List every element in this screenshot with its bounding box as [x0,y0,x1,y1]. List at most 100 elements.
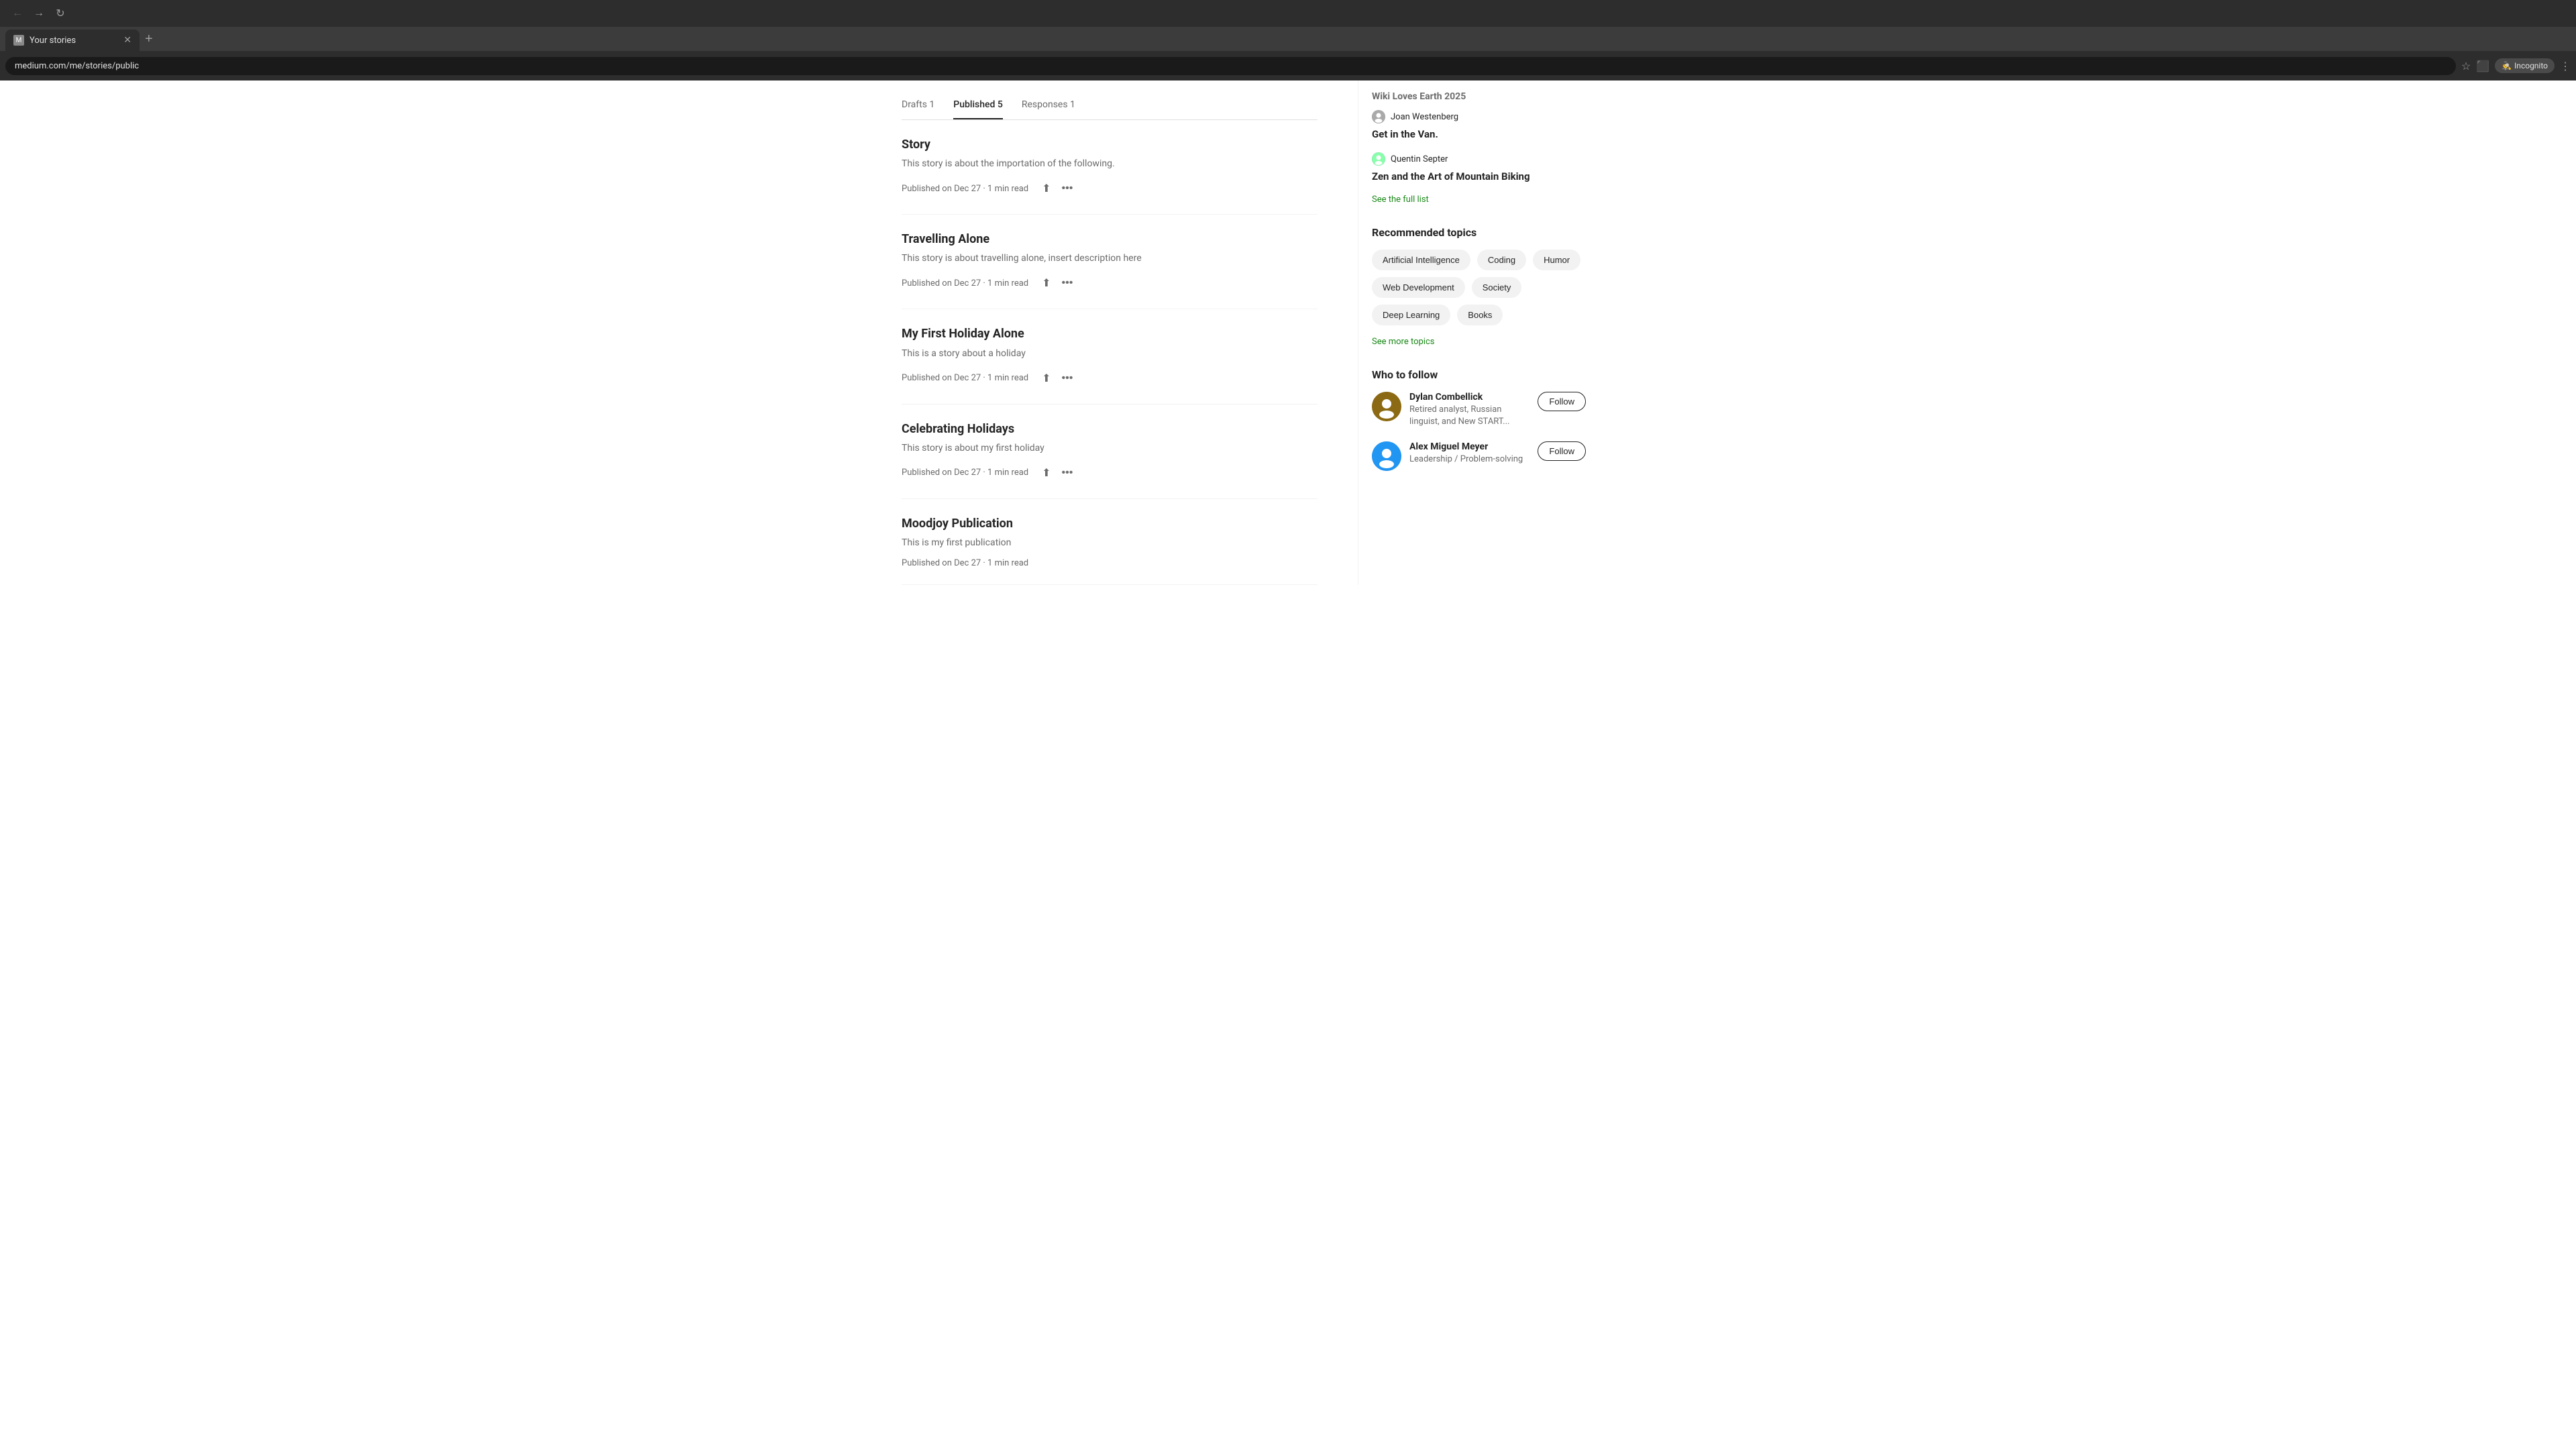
story-date: Published on Dec 27 · 1 min read [902,278,1028,288]
tab-published[interactable]: Published 5 [953,91,1003,119]
follow-avatar [1372,392,1401,421]
share-button[interactable]: ⬆ [1039,464,1053,482]
share-button[interactable]: ⬆ [1039,274,1053,292]
tab-close-button[interactable]: ✕ [123,35,131,46]
story-title: Story [902,136,1318,153]
story-description: This story is about the importation of t… [902,157,1318,171]
share-button[interactable]: ⬆ [1039,369,1053,388]
story-item: Travelling Alone This story is about tra… [902,215,1318,309]
story-actions: ⬆ ••• [1039,369,1075,388]
tab-title: Your stories [30,36,76,46]
follow-item: Alex Miguel Meyer Leadership / Problem-s… [1372,441,1586,471]
bookmark-icon[interactable]: ☆ [2461,60,2471,72]
topic-pill-coding[interactable]: Coding [1477,250,1526,270]
who-to-follow-heading: Who to follow [1372,368,1586,381]
more-button[interactable]: ••• [1059,274,1076,292]
follow-item: Dylan Combellick Retired analyst, Russia… [1372,392,1586,428]
story-title: Travelling Alone [902,231,1318,248]
back-button[interactable]: ← [8,4,27,23]
tab-favicon: M [13,35,24,46]
story-tabs: Drafts 1 Published 5 Responses 1 [902,80,1318,120]
see-more-topics-link[interactable]: See more topics [1372,337,1434,347]
story-description: This story is about my first holiday [902,441,1318,455]
article-author-row: Quentin Septer [1372,152,1586,166]
author-name: Quentin Septer [1391,154,1448,164]
story-meta: Published on Dec 27 · 1 min read ⬆ ••• [902,274,1318,292]
follow-bio: Leadership / Problem-solving [1409,453,1529,466]
story-meta: Published on Dec 27 · 1 min read ⬆ ••• [902,369,1318,388]
story-item: Story This story is about the importatio… [902,120,1318,215]
wiki-article-title: Wiki Loves Earth 2025 [1372,91,1586,102]
story-item: Moodjoy Publication This is my first pub… [902,499,1318,585]
incognito-label: Incognito [2514,61,2548,70]
article-author-row: Joan Westenberg [1372,110,1586,123]
sidebar-wiki-section: Wiki Loves Earth 2025 Joan Westenberg Ge… [1372,91,1586,205]
story-description: This is my first publication [902,536,1318,550]
sidebar-featured-article: Joan Westenberg Get in the Van. [1372,110,1586,142]
follow-bio: Retired analyst, Russian linguist, and N… [1409,404,1529,428]
menu-icon[interactable]: ⋮ [2560,60,2571,72]
browser-actions: ☆ ⬛ 🕵 Incognito ⋮ [2461,58,2571,73]
more-button[interactable]: ••• [1059,370,1076,387]
story-date: Published on Dec 27 · 1 min read [902,373,1028,383]
story-title: Moodjoy Publication [902,515,1318,532]
author-avatar [1372,110,1385,123]
see-full-list-link[interactable]: See the full list [1372,195,1586,205]
page-wrapper: Drafts 1 Published 5 Responses 1 Story T… [885,80,1690,585]
story-date: Published on Dec 27 · 1 min read [902,558,1028,568]
topic-pill-webdev[interactable]: Web Development [1372,277,1465,298]
story-meta: Published on Dec 27 · 1 min read [902,558,1318,568]
story-title: Celebrating Holidays [902,421,1318,437]
sidebar-follow-section: Who to follow [1372,368,1586,471]
topic-pill-deeplearning[interactable]: Deep Learning [1372,305,1450,325]
story-actions: ⬆ ••• [1039,274,1075,292]
follow-info: Alex Miguel Meyer Leadership / Problem-s… [1409,441,1529,466]
story-date: Published on Dec 27 · 1 min read [902,184,1028,194]
story-description: This story is about travelling alone, in… [902,252,1318,266]
incognito-badge: 🕵 Incognito [2495,58,2555,73]
story-description: This is a story about a holiday [902,347,1318,361]
follow-list: Dylan Combellick Retired analyst, Russia… [1372,392,1586,471]
active-tab[interactable]: M Your stories ✕ [5,30,140,51]
story-title: My First Holiday Alone [902,325,1318,342]
tab-bar: M Your stories ✕ + [0,27,2576,51]
address-bar[interactable]: medium.com/me/stories/public [5,57,2456,75]
incognito-icon: 🕵 [2502,61,2512,70]
nav-buttons: ← → ↻ [8,4,70,23]
split-screen-icon[interactable]: ⬛ [2476,60,2489,72]
story-meta: Published on Dec 27 · 1 min read ⬆ ••• [902,179,1318,198]
story-list: Story This story is about the importatio… [902,120,1318,585]
sidebar-topics-section: Recommended topics Artificial Intelligen… [1372,226,1586,347]
follow-button[interactable]: Follow [1538,392,1586,411]
topic-pill-books[interactable]: Books [1457,305,1503,325]
more-button[interactable]: ••• [1059,180,1076,197]
share-button[interactable]: ⬆ [1039,179,1053,198]
topic-pill-ai[interactable]: Artificial Intelligence [1372,250,1470,270]
tab-drafts[interactable]: Drafts 1 [902,91,934,119]
sidebar-featured-article: Quentin Septer Zen and the Art of Mounta… [1372,152,1586,184]
topic-pill-society[interactable]: Society [1472,277,1522,298]
refresh-button[interactable]: ↻ [51,4,70,23]
article-title[interactable]: Get in the Van. [1372,127,1586,142]
follow-avatar [1372,441,1401,471]
follow-name: Dylan Combellick [1409,392,1529,402]
article-title[interactable]: Zen and the Art of Mountain Biking [1372,170,1586,184]
forward-button[interactable]: → [30,4,48,23]
topic-pill-humor[interactable]: Humor [1533,250,1580,270]
story-actions: ⬆ ••• [1039,464,1075,482]
story-meta: Published on Dec 27 · 1 min read ⬆ ••• [902,464,1318,482]
new-tab-button[interactable]: + [140,32,158,47]
story-actions: ⬆ ••• [1039,179,1075,198]
topics-heading: Recommended topics [1372,226,1586,239]
url-text: medium.com/me/stories/public [15,61,139,71]
tab-responses[interactable]: Responses 1 [1022,91,1075,119]
follow-info: Dylan Combellick Retired analyst, Russia… [1409,392,1529,428]
story-item: My First Holiday Alone This is a story a… [902,309,1318,404]
main-content: Drafts 1 Published 5 Responses 1 Story T… [902,80,1358,585]
more-button[interactable]: ••• [1059,464,1076,482]
follow-name: Alex Miguel Meyer [1409,441,1529,452]
story-item: Celebrating Holidays This story is about… [902,405,1318,499]
follow-button[interactable]: Follow [1538,441,1586,461]
author-avatar [1372,152,1385,166]
topics-grid: Artificial Intelligence Coding Humor Web… [1372,250,1586,325]
